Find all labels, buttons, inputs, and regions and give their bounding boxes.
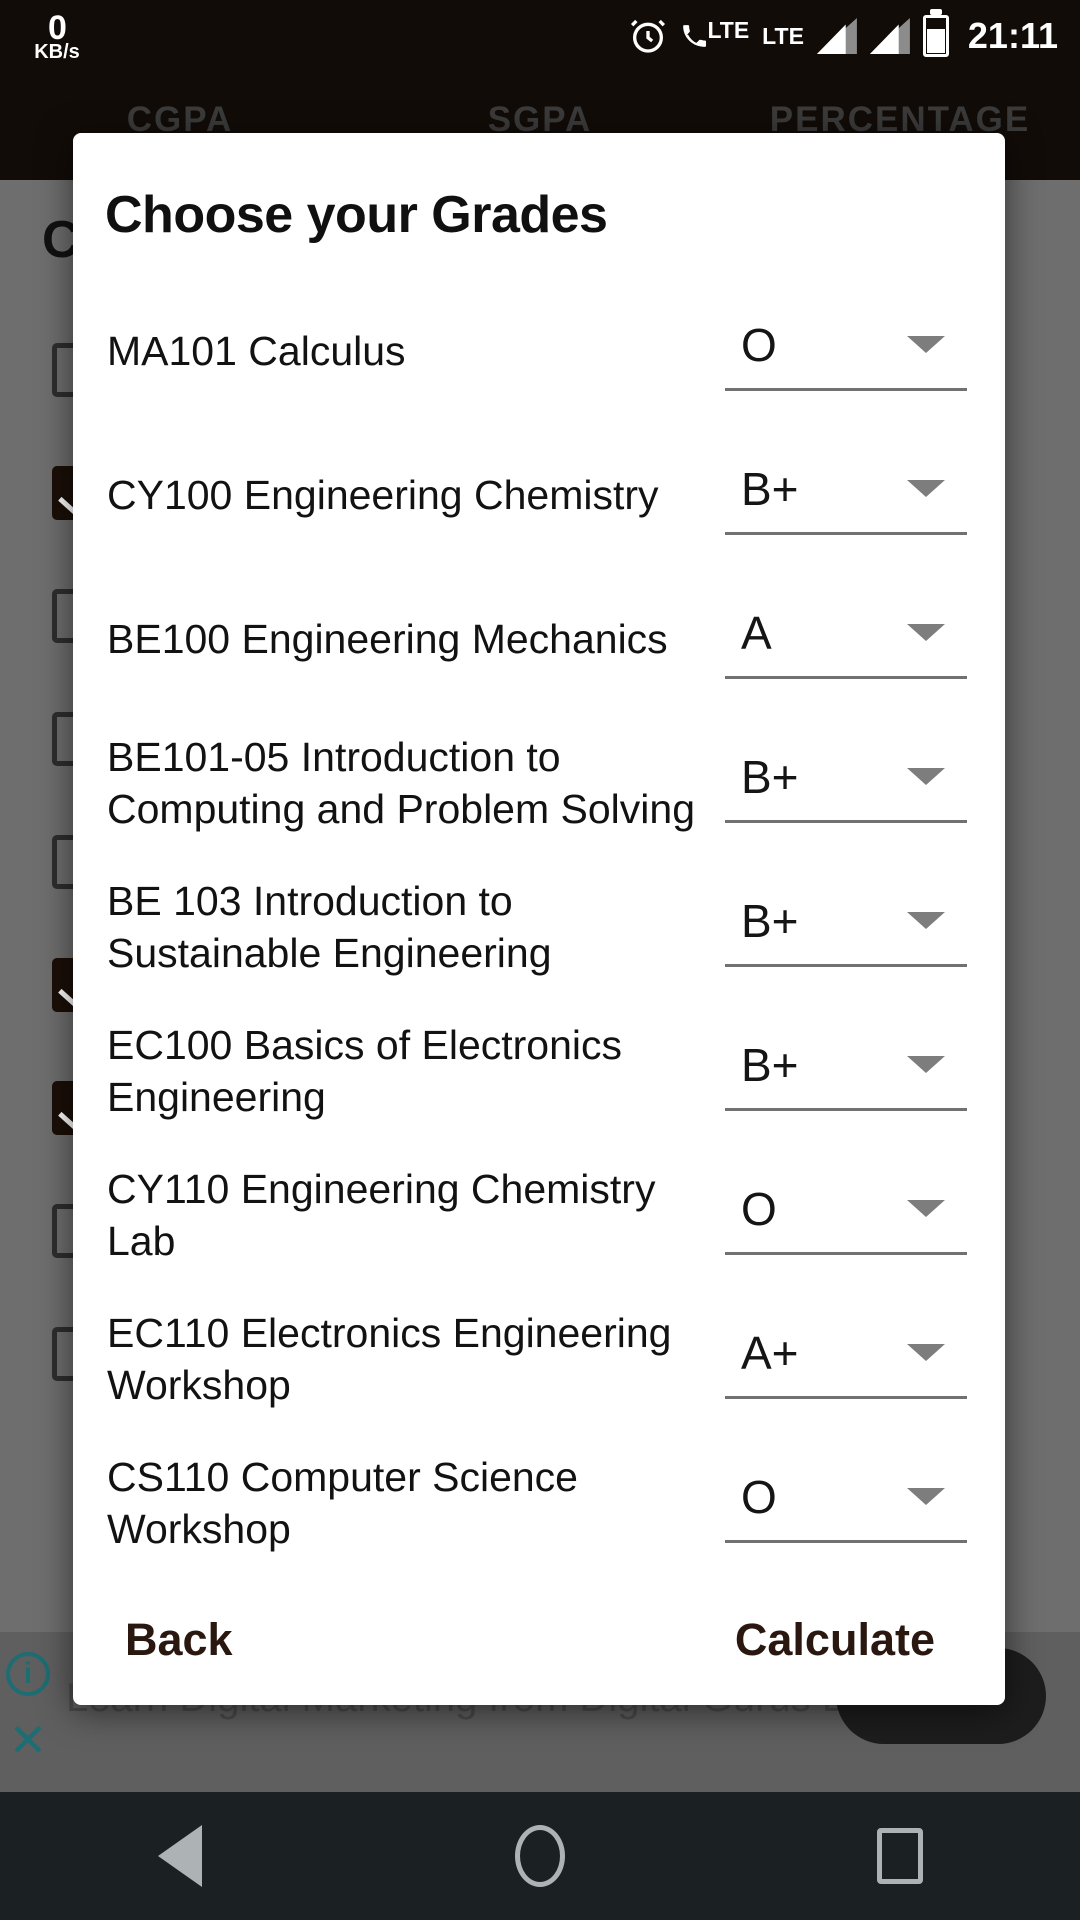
chevron-down-icon [907, 624, 945, 641]
course-name: CS110 Computer Science Workshop [107, 1454, 578, 1552]
grade-row: MA101 Calculus O [73, 279, 1005, 423]
recents-square-icon [877, 1828, 923, 1884]
status-bar: 0 KB/s LTE LTE 21:11 [0, 0, 1080, 72]
alarm-clock-icon [628, 16, 668, 56]
ad-info-icon[interactable]: i [6, 1652, 50, 1696]
ad-close-icon[interactable]: ✕ [6, 1714, 50, 1766]
network-speed-value: 0 [48, 8, 67, 47]
chevron-down-icon [907, 1344, 945, 1361]
chevron-down-icon [907, 1200, 945, 1217]
grade-spinner[interactable]: B+ [725, 888, 967, 967]
grade-value: O [741, 1470, 777, 1523]
grade-value: B+ [741, 894, 799, 947]
grade-value: O [741, 318, 777, 371]
course-name: BE101-05 Introduction to Computing and P… [107, 734, 695, 832]
signal-strength-sim2-icon [869, 18, 910, 54]
grade-row: EC110 Electronics Engineering Workshop A… [73, 1287, 1005, 1431]
grade-row: EC100 Basics of Electronics Engineering … [73, 999, 1005, 1143]
grade-row: BE100 Engineering Mechanics A [73, 567, 1005, 711]
grade-spinner[interactable]: A+ [725, 1320, 967, 1399]
grade-spinner[interactable]: O [725, 1464, 967, 1543]
grade-row: BE101-05 Introduction to Computing and P… [73, 711, 1005, 855]
grade-value: O [741, 1182, 777, 1235]
grade-value: B+ [741, 462, 799, 515]
grade-row: CY110 Engineering Chemistry Lab O [73, 1143, 1005, 1287]
back-triangle-icon [158, 1825, 202, 1887]
call-lte-icon: LTE [681, 17, 749, 55]
grade-spinner[interactable]: O [725, 312, 967, 391]
chevron-down-icon [907, 480, 945, 497]
course-name: CY100 Engineering Chemistry [107, 472, 659, 518]
battery-icon [922, 15, 949, 57]
back-button[interactable]: Back [125, 1614, 233, 1666]
network-speed-unit: KB/s [34, 40, 80, 63]
chevron-down-icon [907, 912, 945, 929]
course-name: CY110 Engineering Chemistry Lab [107, 1166, 656, 1264]
grade-row: CY100 Engineering Chemistry B+ [73, 423, 1005, 567]
chevron-down-icon [907, 336, 945, 353]
grade-value: B+ [741, 750, 799, 803]
grade-spinner[interactable]: O [725, 1176, 967, 1255]
android-navigation-bar [0, 1792, 1080, 1920]
course-name: BE100 Engineering Mechanics [107, 616, 668, 662]
status-bar-clock: 21:11 [967, 15, 1058, 56]
dialog-title: Choose your Grades [105, 186, 608, 244]
grade-spinner[interactable]: B+ [725, 744, 967, 823]
grade-rows-list: MA101 Calculus O CY100 Engineering Chemi… [73, 279, 1005, 1575]
choose-grades-dialog: Choose your Grades MA101 Calculus O CY10… [73, 133, 1005, 1705]
grade-value: A+ [741, 1326, 799, 1379]
grade-row: BE 103 Introduction to Sustainable Engin… [73, 855, 1005, 999]
signal-strength-sim1-icon [816, 18, 857, 54]
course-name: EC100 Basics of Electronics Engineering [107, 1022, 623, 1120]
grade-row: CS110 Computer Science Workshop O [73, 1431, 1005, 1575]
call-lte-label: LTE [707, 17, 750, 43]
data-lte-label: LTE [762, 22, 804, 49]
grade-spinner[interactable]: B+ [725, 456, 967, 535]
dialog-actions: Back Calculate [73, 1575, 1005, 1705]
course-name: BE 103 Introduction to Sustainable Engin… [107, 878, 552, 976]
phone-screen: CGPA SGPA PERCENTAGE Ch i ✕ Learn Digita… [0, 0, 1080, 1920]
course-name: EC110 Electronics Engineering Workshop [107, 1310, 672, 1408]
grade-value: B+ [741, 1038, 799, 1091]
grade-spinner[interactable]: B+ [725, 1032, 967, 1111]
grade-value: A [741, 606, 772, 659]
network-speed-indicator: 0 KB/s [22, 11, 92, 62]
chevron-down-icon [907, 1056, 945, 1073]
status-icons: LTE LTE 21:11 [628, 15, 1080, 57]
nav-home-button[interactable] [460, 1792, 620, 1920]
home-circle-icon [515, 1825, 565, 1887]
grade-spinner[interactable]: A [725, 600, 967, 679]
nav-back-button[interactable] [100, 1792, 260, 1920]
chevron-down-icon [907, 1488, 945, 1505]
calculate-button[interactable]: Calculate [735, 1614, 935, 1666]
course-name: MA101 Calculus [107, 328, 406, 374]
chevron-down-icon [907, 768, 945, 785]
nav-recents-button[interactable] [820, 1792, 980, 1920]
